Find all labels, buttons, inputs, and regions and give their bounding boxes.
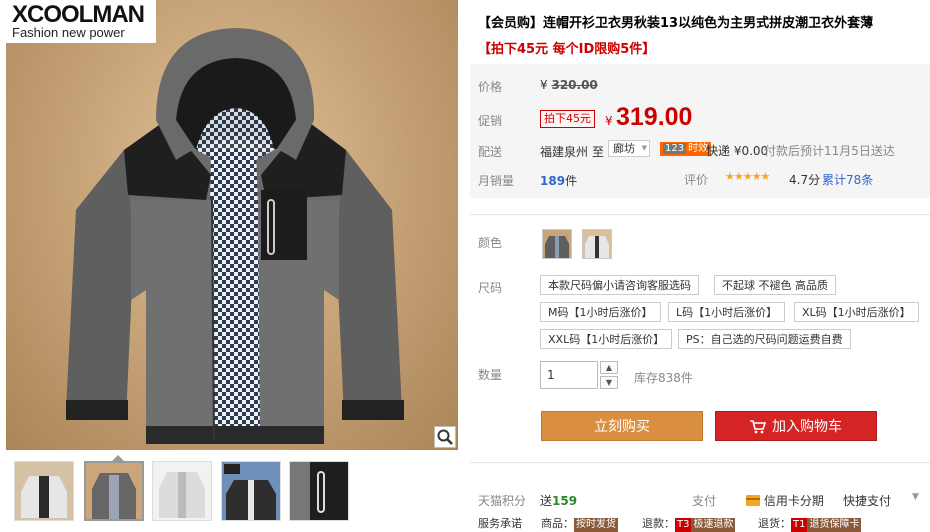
quick-pay[interactable]: 快捷支付 (843, 492, 891, 509)
product-subtitle: 【拍下45元 每个ID限购5件】 (478, 42, 656, 57)
rating-score: 4.7分 (789, 173, 821, 187)
promise-refund-prefix: 退款： (642, 517, 675, 530)
sales-label: 月销量 (478, 174, 515, 188)
zoom-button[interactable] (434, 426, 456, 448)
size-option-xl[interactable]: XL码【1小时后涨价】 (794, 302, 919, 322)
rating-label: 评价 (684, 173, 709, 187)
thumbnail-detail-pocket-icon (290, 462, 348, 520)
original-price: ¥ 320.00 (540, 78, 598, 92)
size-option-ps[interactable]: PS：自己选的尺码问题运费自费 (678, 329, 851, 349)
payment-label: 支付 (692, 494, 717, 508)
stepper-down-icon: ▼ (605, 378, 613, 387)
credit-installment[interactable]: 信用卡分期 (746, 492, 824, 509)
sales-count-unit: 件 (565, 174, 578, 188)
add-to-cart-button[interactable]: 加入购物车 (715, 411, 877, 441)
promo-label: 促销 (478, 114, 503, 128)
shipping-eta: 付款后预计11月5日送达 (764, 144, 895, 158)
thumbnail-white-jacket-icon (15, 462, 73, 520)
promise-refund-badge: T3 (675, 518, 692, 532)
promise-shipping-tag: 按时发货 (574, 518, 618, 532)
section-divider (470, 462, 930, 463)
section-divider (470, 214, 930, 215)
stock-text: 库存838件 (634, 371, 693, 385)
thumbnail-light-jacket-icon (153, 462, 211, 520)
original-price-value: 320.00 (551, 78, 598, 92)
shipping-label: 配送 (478, 145, 503, 159)
shipping-from: 福建泉州 (540, 145, 589, 159)
quantity-label: 数量 (478, 368, 503, 382)
thumbnail-gray-jacket-icon (86, 463, 142, 519)
chevron-down-icon[interactable]: ▼ (912, 492, 919, 502)
thumbnail-item[interactable] (221, 461, 281, 521)
promise-shipping-prefix: 商品： (541, 517, 574, 530)
points-value: 送159 (540, 492, 577, 509)
size-option-xxl[interactable]: XXL码【1小时后涨价】 (540, 329, 673, 349)
thumbnail-item[interactable] (289, 461, 349, 521)
price-label: 价格 (478, 80, 503, 94)
sales-count: 189件 (540, 172, 577, 189)
brand-logo-tagline: Fashion new power (12, 25, 125, 40)
reviews-link[interactable]: 累计78条 (822, 171, 873, 188)
rating-stars-icon: ★★★★★ (725, 170, 770, 183)
thumbnail-item[interactable] (152, 461, 212, 521)
promise-return: 退货： T1 退货保障卡 (758, 515, 862, 532)
promise-return-badge: T1 (791, 518, 808, 532)
size-option-l[interactable]: L码【1小时后涨价】 (668, 302, 786, 322)
cart-icon (750, 420, 766, 434)
size-option-m[interactable]: M码【1小时后涨价】 (540, 302, 661, 322)
white-jacket-swatch-icon (583, 230, 611, 258)
promise-refund: 退款： T3 极速退款 (642, 515, 736, 532)
brand-logo: XCOOLMAN Fashion new power (6, 0, 156, 43)
thumbnail-item[interactable] (14, 461, 74, 521)
stepper-up-icon: ▲ (605, 363, 613, 372)
color-swatch-gray[interactable] (542, 229, 572, 259)
zoom-icon (437, 429, 453, 445)
jacket-image (66, 28, 404, 444)
promise-refund-tag: 极速退款 (691, 518, 736, 532)
shipping-to-word: 至 (592, 145, 605, 159)
thumbnail-model-jacket-icon (222, 462, 280, 520)
promise-return-tag: 退货保障卡 (807, 518, 862, 532)
promo-price: 319.00 (616, 103, 693, 131)
thumbnail-item[interactable] (84, 461, 144, 521)
size-label: 尺码 (478, 281, 503, 295)
quantity-input[interactable] (540, 361, 598, 389)
points-number: 159 (552, 494, 578, 508)
destination-city-select[interactable]: 廊坊 (608, 140, 650, 157)
size-option-notice[interactable]: 本款尺码偏小请咨询客服选码 (540, 275, 699, 295)
promo-currency: ¥ (605, 114, 613, 128)
size-option-quality[interactable]: 不起球 不褪色 高品质 (714, 275, 836, 295)
points-label: 天猫积分 (478, 494, 527, 508)
product-title: 【会员购】连帽开衫卫衣男秋装13以纯色为主男式拼皮潮卫衣外套薄 (478, 16, 874, 31)
gray-jacket-swatch-icon (543, 230, 571, 258)
buy-now-button[interactable]: 立刻购买 (541, 411, 703, 441)
credit-installment-label: 信用卡分期 (763, 494, 824, 508)
credit-card-icon (746, 495, 760, 506)
quantity-increase-button[interactable]: ▲ (600, 361, 618, 374)
shipping-express: 快递 ¥0.00 (706, 144, 769, 158)
original-price-currency: ¥ (540, 78, 548, 92)
promise-shipping: 商品： 按时发货 (541, 515, 618, 532)
color-swatch-white[interactable] (582, 229, 612, 259)
sales-count-value: 189 (540, 174, 566, 188)
color-label: 颜色 (478, 236, 503, 250)
promise-return-prefix: 退货： (758, 517, 791, 530)
points-prefix: 送 (540, 494, 553, 508)
add-to-cart-label: 加入购物车 (772, 419, 842, 435)
delivery-time-badge: 123 时效 (660, 142, 712, 156)
delivery-time-badge-num: 123 (663, 143, 687, 154)
service-promise-label: 服务承诺 (478, 517, 522, 530)
promo-tag: 拍下45元 (540, 110, 595, 128)
quantity-decrease-button[interactable]: ▼ (600, 376, 618, 389)
product-main-image[interactable]: XCOOLMAN Fashion new power (6, 0, 458, 450)
